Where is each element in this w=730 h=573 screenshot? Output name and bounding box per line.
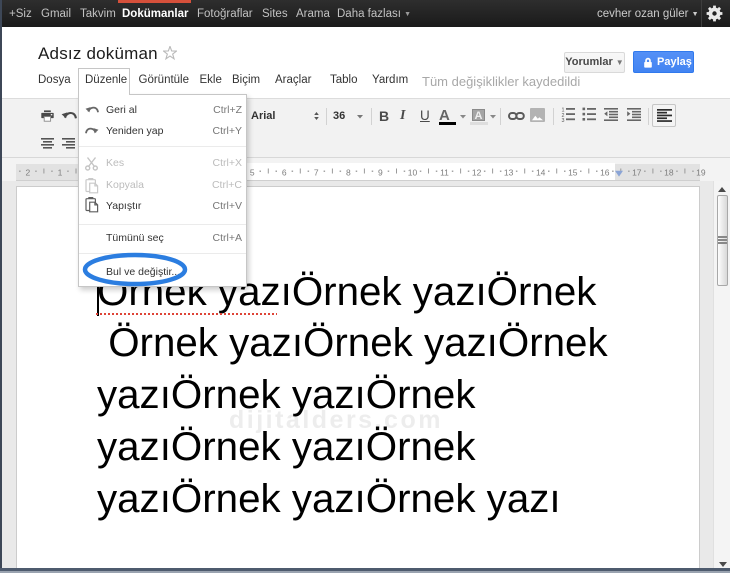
svg-text:5: 5: [250, 168, 255, 178]
svg-text:3: 3: [562, 118, 565, 122]
svg-text:13: 13: [504, 168, 514, 178]
svg-text:8: 8: [346, 168, 351, 178]
svg-text:16: 16: [600, 168, 610, 178]
svg-text:6: 6: [282, 168, 287, 178]
svg-text:11: 11: [440, 168, 449, 178]
svg-text:19: 19: [696, 168, 706, 178]
svg-text:7: 7: [314, 168, 319, 178]
svg-text:9: 9: [378, 168, 383, 178]
svg-text:14: 14: [536, 168, 546, 178]
svg-text:1: 1: [58, 168, 63, 178]
svg-text:12: 12: [472, 168, 482, 178]
svg-text:2: 2: [26, 168, 31, 178]
svg-text:17: 17: [632, 168, 642, 178]
svg-text:18: 18: [664, 168, 674, 178]
svg-text:10: 10: [408, 168, 418, 178]
svg-text:15: 15: [568, 168, 578, 178]
